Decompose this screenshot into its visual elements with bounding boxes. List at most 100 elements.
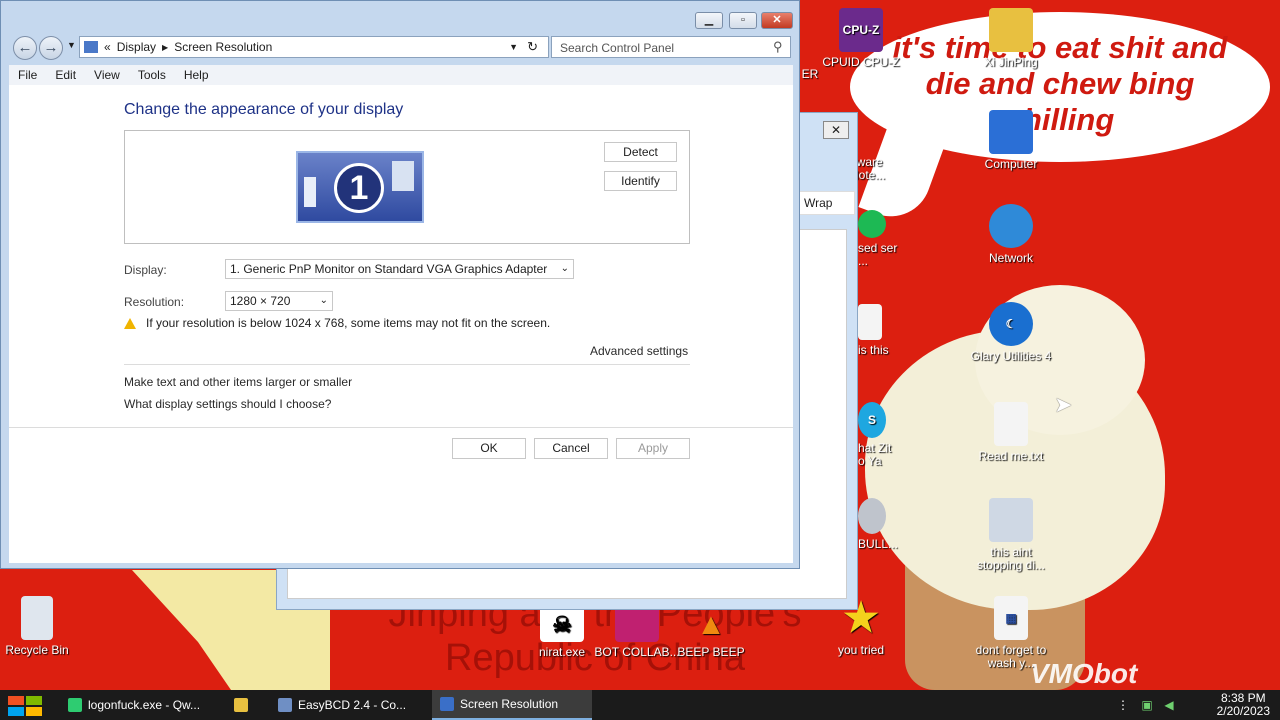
breadcrumb-current[interactable]: Screen Resolution	[174, 40, 272, 54]
control-panel-icon	[84, 41, 98, 53]
network-tray-icon[interactable]: ▣	[1140, 698, 1154, 712]
maximize-button[interactable]: ▫	[729, 12, 757, 29]
windows-logo-icon	[8, 696, 24, 705]
desktop-icon-label: BOT COLLAB...	[594, 645, 680, 659]
tray-overflow-icon[interactable]: ⋮	[1116, 698, 1130, 712]
detect-button[interactable]: Detect	[604, 142, 677, 162]
easybcd-icon	[278, 698, 292, 712]
menu-edit[interactable]: Edit	[46, 68, 85, 82]
minimize-button[interactable]: ▁	[695, 12, 723, 29]
menu-view[interactable]: View	[85, 68, 129, 82]
taskbar-item-easybcd[interactable]: EasyBCD 2.4 - Co...	[270, 690, 426, 720]
desktop-icon-beep[interactable]: ▲ BEEP BEEP	[668, 606, 754, 659]
page-title: Change the appearance of your display	[124, 101, 404, 118]
resolution-select-value: 1280 × 720	[230, 294, 291, 308]
desktop-icon-label: nirat.exe	[538, 645, 586, 659]
display-settings-help-link[interactable]: What display settings should I choose?	[124, 397, 331, 411]
spotify-icon	[858, 210, 886, 238]
wrap-button[interactable]: Wrap	[799, 191, 855, 215]
desktop-icon-label: Network	[988, 251, 1033, 265]
desktop-icon-partial-sed[interactable]: sed ser ...	[858, 210, 898, 268]
taskbar-item-explorer[interactable]	[226, 690, 266, 720]
screen-resolution-window[interactable]: ▁ ▫ ✕ ← → ▼ « Display ▶ Screen Resolutio…	[0, 0, 800, 569]
taskbar-item-label: Screen Resolution	[460, 697, 559, 711]
menu-bar: File Edit View Tools Help	[9, 65, 793, 85]
warning-text: If your resolution is below 1024 x 768, …	[146, 316, 551, 330]
close-button[interactable]: ✕	[761, 12, 793, 29]
volume-icon[interactable]: ◀	[1162, 698, 1176, 712]
taskbar-item-screen-resolution[interactable]: Screen Resolution	[432, 690, 592, 720]
batch-file-icon: ▦	[994, 596, 1028, 640]
divider	[9, 427, 793, 428]
address-dropdown-icon[interactable]: ▼	[509, 42, 518, 52]
close-icon[interactable]: ✕	[823, 121, 849, 139]
forward-button[interactable]: →	[39, 36, 63, 60]
menu-tools[interactable]: Tools	[129, 68, 175, 82]
advanced-settings-link[interactable]: Advanced settings	[590, 344, 688, 358]
resolution-label: Resolution:	[124, 295, 185, 309]
desktop-icon-label: dont forget to wash y...	[975, 643, 1047, 670]
desktop-icon-computer[interactable]: Computer	[968, 110, 1054, 171]
computer-icon	[989, 110, 1033, 154]
desktop-icon-dontforget[interactable]: ▦ dont forget to wash y...	[968, 596, 1054, 670]
mouse-cursor-icon: ➤	[1054, 392, 1073, 417]
desktop-icon-cpuz[interactable]: CPU-Z CPUID CPU-Z	[818, 8, 904, 69]
back-button[interactable]: ←	[13, 36, 37, 60]
display-select-value: 1. Generic PnP Monitor on Standard VGA G…	[230, 262, 548, 276]
menu-help[interactable]: Help	[175, 68, 218, 82]
recent-pages-chevron-icon[interactable]: ▼	[67, 40, 76, 50]
text-file-icon	[994, 402, 1028, 446]
cancel-button[interactable]: Cancel	[534, 438, 608, 459]
desktop-icon-xi[interactable]: Xi JinPing	[968, 8, 1054, 69]
desktop-icon-readme[interactable]: Read me.txt	[968, 402, 1054, 463]
installer-icon	[989, 498, 1033, 542]
display-label: Display:	[124, 263, 167, 277]
resolution-select[interactable]: 1280 × 720 ⌄	[225, 291, 333, 311]
identify-button[interactable]: Identify	[604, 171, 677, 191]
desktop-icon-label: BEEP BEEP	[677, 645, 745, 659]
warning-icon	[124, 317, 136, 329]
text-size-link[interactable]: Make text and other items larger or smal…	[124, 375, 352, 389]
desktop-icon-bot[interactable]: BOT COLLAB...	[594, 606, 680, 659]
desktop-icon-label: this aint stopping di...	[976, 545, 1046, 572]
search-input[interactable]: Search Control Panel	[551, 36, 791, 58]
desktop-icon-label: Xi JinPing	[984, 55, 1038, 69]
divider	[124, 364, 690, 365]
desktop-icon-partial-zit[interactable]: S hat Zit o Ya	[858, 402, 898, 468]
monitor-number: 1	[334, 163, 384, 213]
bot-collab-icon	[615, 606, 659, 642]
start-button[interactable]	[8, 696, 42, 720]
desktop-icon-recycle-bin[interactable]: Recycle Bin	[0, 596, 80, 657]
resolution-warning: If your resolution is below 1024 x 768, …	[124, 316, 550, 330]
notepad-icon	[68, 698, 82, 712]
window-thumbnail-icon	[392, 161, 414, 191]
desktop-icon-notstopping[interactable]: this aint stopping di...	[968, 498, 1054, 572]
desktop-icon-label: Computer	[984, 157, 1038, 171]
refresh-icon[interactable]: ↻	[527, 39, 538, 55]
desktop-icon-nirat[interactable]: ☠ nirat.exe	[519, 606, 605, 659]
breadcrumb-display[interactable]: Display	[117, 40, 156, 54]
address-bar[interactable]: « Display ▶ Screen Resolution ▼ ↻	[79, 36, 549, 58]
ok-button[interactable]: OK	[452, 438, 526, 459]
monitor-preview-area: 1 Detect Identify	[124, 130, 690, 244]
desktop-icon-label: Read me.txt	[978, 449, 1044, 463]
disc-icon	[858, 498, 886, 534]
desktop-icon-network[interactable]: Network	[968, 204, 1054, 265]
monitor-1[interactable]: 1	[296, 151, 424, 223]
menu-file[interactable]: File	[9, 68, 46, 82]
window-content: Change the appearance of your display 1 …	[9, 85, 793, 563]
search-icon[interactable]: ⚲	[773, 39, 783, 55]
network-icon	[989, 204, 1033, 248]
folder-icon	[234, 698, 248, 712]
display-select[interactable]: 1. Generic PnP Monitor on Standard VGA G…	[225, 259, 574, 279]
clock[interactable]: 8:38 PM 2/20/2023	[1217, 692, 1270, 718]
desktop-icon-glary[interactable]: ☾ Glary Utilities 4	[968, 302, 1054, 363]
desktop-icon-label: you tried	[837, 643, 885, 657]
skype-icon: S	[858, 402, 886, 438]
taskbar: logonfuck.exe - Qw... EasyBCD 2.4 - Co..…	[0, 690, 1280, 720]
desktop-icon-partial-this[interactable]: is this	[858, 304, 898, 357]
desktop-icon-partial-bull[interactable]: BULL...	[858, 498, 898, 551]
breadcrumb-overflow-icon[interactable]: «	[104, 40, 111, 54]
taskbar-item-notepad[interactable]: logonfuck.exe - Qw...	[60, 690, 220, 720]
apply-button[interactable]: Apply	[616, 438, 690, 459]
